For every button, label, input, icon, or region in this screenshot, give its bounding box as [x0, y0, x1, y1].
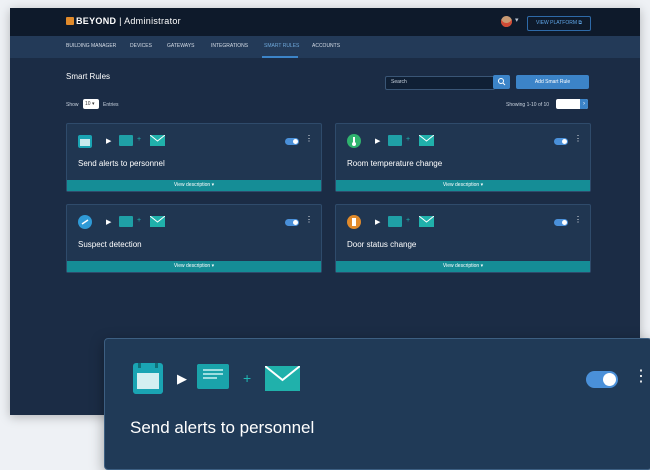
plus-icon: +: [406, 136, 411, 143]
brand-title: BEYOND | Administrator: [76, 16, 181, 26]
nav-integrations[interactable]: INTEGRATIONS: [211, 43, 248, 49]
plus-icon: +: [406, 217, 411, 224]
add-smart-rule-button[interactable]: Add Smart Rule: [516, 75, 589, 89]
rule-toggle[interactable]: [285, 138, 299, 145]
role-label: Administrator: [124, 16, 181, 26]
show-label: Show: [66, 102, 79, 108]
mail-icon: [150, 135, 165, 146]
calendar-icon: [133, 363, 163, 394]
nav-devices[interactable]: DEVICES: [130, 43, 152, 49]
thermometer-icon: [347, 134, 361, 148]
rule-toggle[interactable]: [554, 219, 568, 226]
more-options-icon[interactable]: ⋮: [574, 215, 582, 224]
entries-select[interactable]: 10 ▾: [83, 99, 99, 109]
beyond-logo-icon: [66, 17, 74, 25]
arrow-icon: ▶: [375, 138, 381, 145]
avatar[interactable]: [501, 16, 512, 27]
brand-name: BEYOND: [76, 16, 117, 26]
rule-card: ▶ + ⋮ Door status change View descriptio…: [335, 204, 591, 273]
chat-icon: [119, 135, 133, 146]
rule-title: Door status change: [347, 240, 417, 249]
plus-icon: +: [137, 217, 142, 224]
zoomed-rule-card: ▶ + ⋮ Send alerts to personnel: [104, 338, 650, 470]
entries-select-value: 10: [85, 101, 91, 107]
view-description-label: View description: [442, 182, 480, 188]
arrow-icon: ▶: [375, 219, 381, 226]
plus-icon: +: [137, 136, 142, 143]
next-page-icon[interactable]: ›: [580, 99, 588, 109]
more-options-icon[interactable]: ⋮: [305, 134, 313, 143]
chat-icon: [119, 216, 133, 227]
search-button[interactable]: [493, 75, 510, 89]
active-tab-indicator: [262, 56, 298, 58]
showing-count: Showing 1-10 of 10: [506, 102, 550, 108]
rule-title: Send alerts to personnel: [78, 159, 165, 168]
chevron-down-icon[interactable]: ▾: [515, 16, 519, 24]
view-platform-label: VIEW PLATFORM: [536, 20, 578, 26]
view-description-label: View description: [173, 182, 211, 188]
more-options-icon[interactable]: ⋮: [305, 215, 313, 224]
calendar-icon: [78, 135, 92, 148]
rule-card: ▶ + ⋮ Suspect detection View description…: [66, 204, 322, 273]
motion-icon: [78, 215, 92, 229]
nav-smart-rules[interactable]: SMART RULES: [264, 43, 299, 49]
rule-title: Suspect detection: [78, 240, 142, 249]
arrow-icon: ▶: [106, 219, 112, 226]
entries-label: Entries: [103, 102, 119, 108]
arrow-icon: ▶: [106, 138, 112, 145]
more-options-icon[interactable]: ⋮: [633, 369, 649, 385]
view-description-button[interactable]: View description ▾: [67, 180, 321, 191]
nav-building-manager[interactable]: BUILDING MANAGER: [66, 43, 116, 49]
top-bar: BEYOND | Administrator ▾ VIEW PLATFORM ⧉: [10, 8, 640, 36]
view-description-label: View description: [173, 263, 211, 269]
mail-icon: [265, 366, 300, 391]
view-description-label: View description: [442, 263, 480, 269]
arrow-icon: ▶: [177, 371, 187, 386]
mail-icon: [419, 216, 434, 227]
rule-toggle[interactable]: [554, 138, 568, 145]
mail-icon: [150, 216, 165, 227]
more-options-icon[interactable]: ⋮: [574, 134, 582, 143]
search-icon: [498, 78, 506, 86]
pagination[interactable]: ›: [556, 99, 588, 109]
rule-toggle[interactable]: [285, 219, 299, 226]
rule-title: Room temperature change: [347, 159, 443, 168]
rule-card: ▶ + ⋮ Room temperature change View descr…: [335, 123, 591, 192]
nav-accounts[interactable]: ACCOUNTS: [312, 43, 340, 49]
search-placeholder: Search: [391, 79, 407, 85]
door-icon: [347, 215, 361, 229]
page-title: Smart Rules: [66, 72, 111, 81]
nav-gateways[interactable]: GATEWAYS: [167, 43, 194, 49]
plus-icon: +: [243, 370, 252, 386]
rule-toggle[interactable]: [586, 371, 618, 388]
rule-card: ▶ + ⋮ Send alerts to personnel View desc…: [66, 123, 322, 192]
search-input[interactable]: Search: [385, 76, 495, 90]
view-description-button[interactable]: View description ▾: [67, 261, 321, 272]
chat-icon: [388, 135, 402, 146]
view-platform-button[interactable]: VIEW PLATFORM ⧉: [527, 16, 591, 31]
chat-icon: [388, 216, 402, 227]
rule-title: Send alerts to personnel: [130, 418, 315, 437]
mail-icon: [419, 135, 434, 146]
chat-icon: [197, 364, 229, 389]
main-nav: BUILDING MANAGER DEVICES GATEWAYS INTEGR…: [10, 36, 640, 58]
view-description-button[interactable]: View description ▾: [336, 180, 590, 191]
view-description-button[interactable]: View description ▾: [336, 261, 590, 272]
